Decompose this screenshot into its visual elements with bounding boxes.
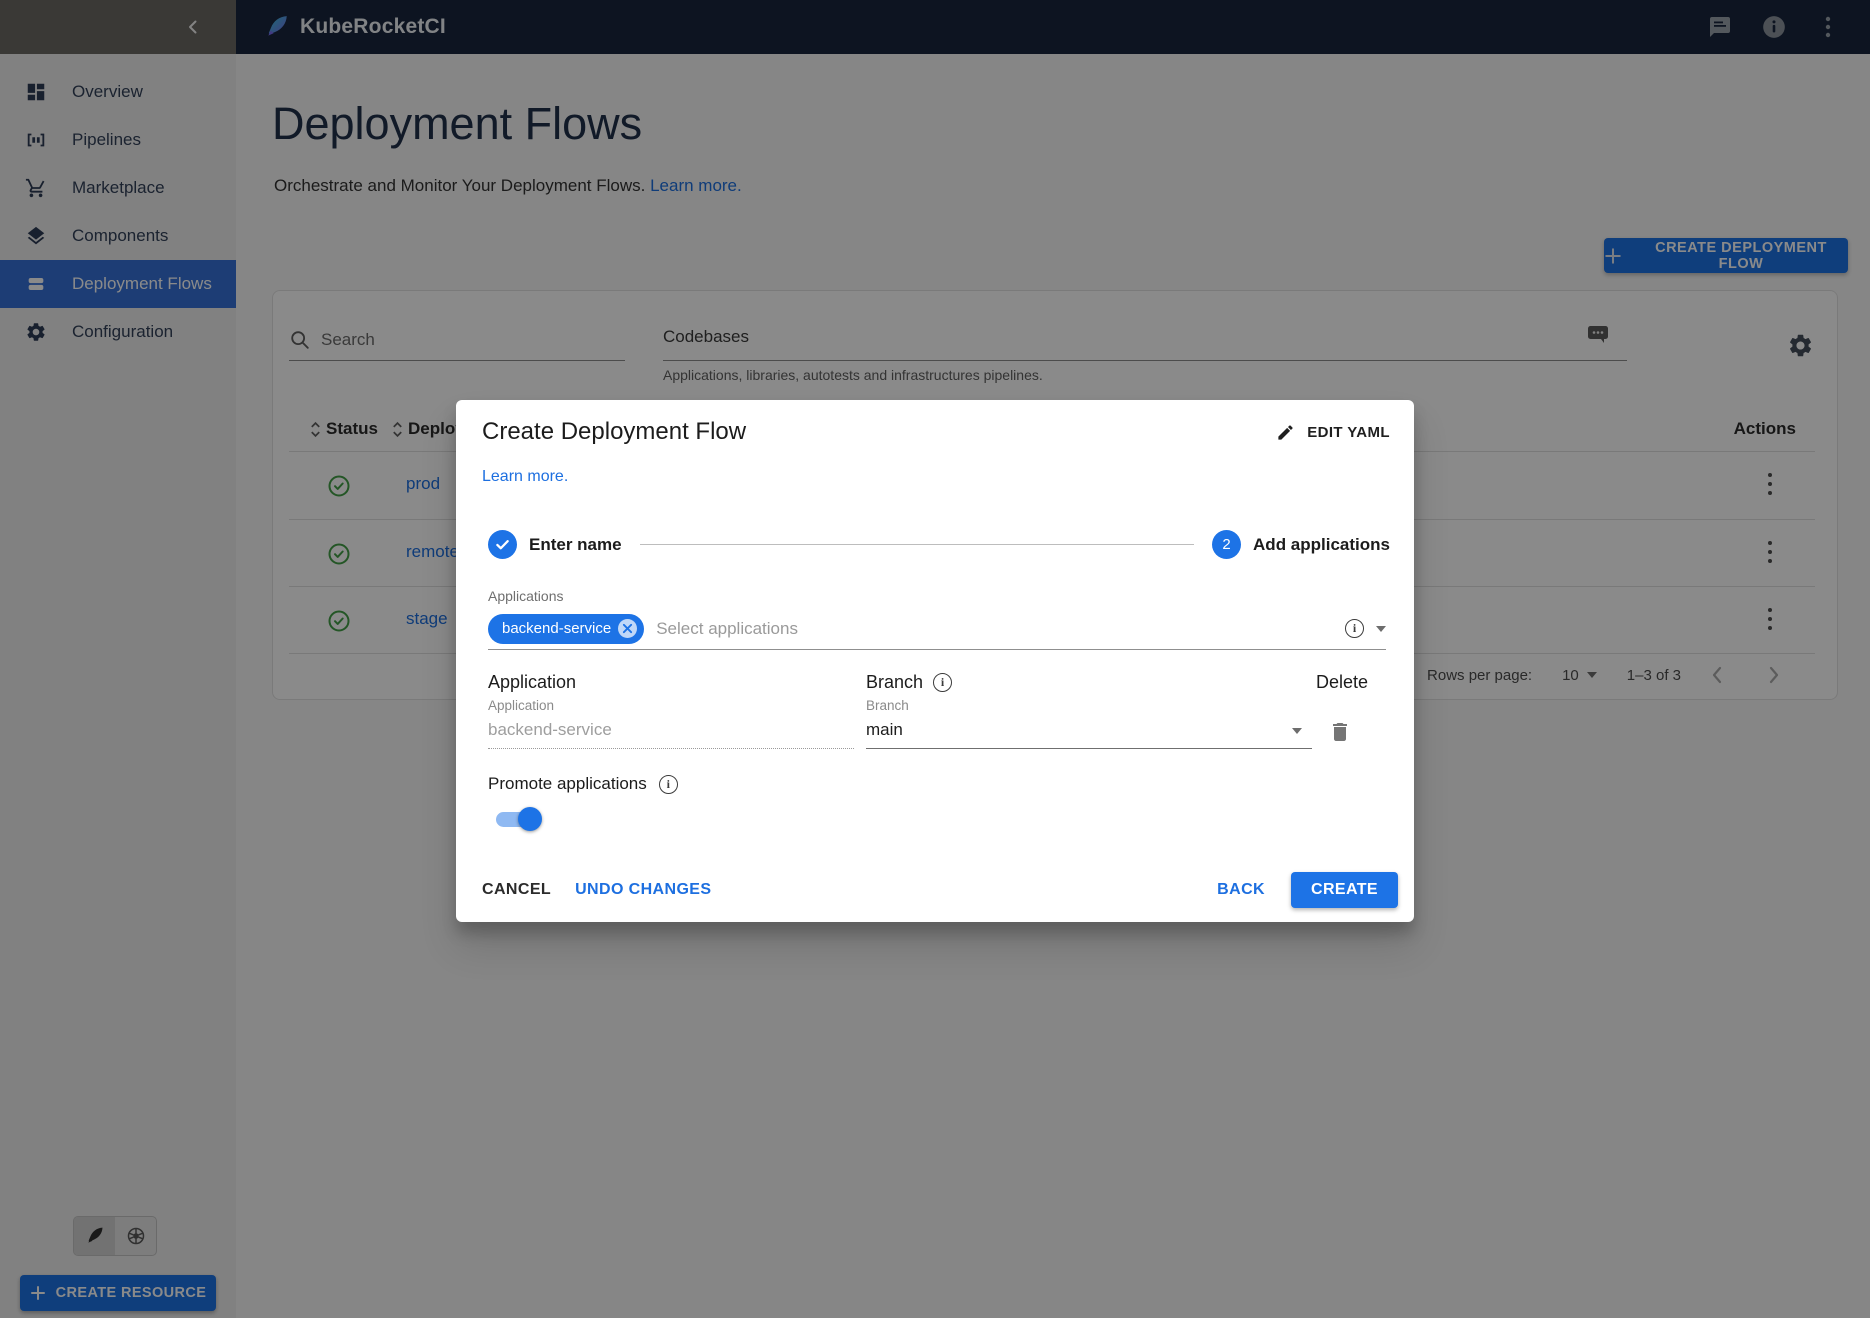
branch-select[interactable]: Branch main xyxy=(866,698,1312,754)
applications-field-label: Applications xyxy=(488,588,564,604)
branch-value: main xyxy=(866,720,903,739)
dialog-learn-more-link[interactable]: Learn more. xyxy=(482,468,568,486)
screen: KubeRocketCI xyxy=(0,0,1870,1318)
step-add-applications[interactable]: 2 Add applications xyxy=(1212,530,1390,559)
create-button[interactable]: CREATE xyxy=(1291,872,1398,908)
branch-column-header: Branch i xyxy=(866,672,952,693)
stepper: Enter name 2 Add applications xyxy=(488,530,1390,559)
application-column-header: Application xyxy=(488,672,576,693)
application-value: backend-service xyxy=(488,720,854,749)
create-deployment-flow-dialog: Create Deployment Flow EDIT YAML Learn m… xyxy=(456,400,1414,922)
info-outline-icon: i xyxy=(659,775,678,794)
promote-applications-toggle[interactable] xyxy=(492,804,542,834)
dialog-title: Create Deployment Flow xyxy=(482,418,746,446)
applications-autocomplete[interactable]: backend-service i xyxy=(488,608,1386,650)
step-enter-name[interactable]: Enter name xyxy=(488,530,622,559)
edit-yaml-button[interactable]: EDIT YAML xyxy=(1276,423,1390,442)
promote-applications-label-row: Promote applications i xyxy=(488,774,678,794)
trash-icon xyxy=(1328,720,1360,744)
dropdown-caret-icon xyxy=(1292,728,1302,734)
application-chip: backend-service xyxy=(488,614,644,644)
undo-changes-button[interactable]: UNDO CHANGES xyxy=(563,872,723,908)
pencil-icon xyxy=(1276,423,1295,442)
info-outline-icon: i xyxy=(1345,619,1364,638)
back-button[interactable]: BACK xyxy=(1205,872,1277,908)
select-applications-input[interactable] xyxy=(656,619,1333,639)
chip-remove-button[interactable] xyxy=(618,619,637,638)
dialog-footer: CANCEL UNDO CHANGES BACK CREATE xyxy=(470,872,1398,908)
toggle-thumb xyxy=(518,807,542,831)
step-number-badge: 2 xyxy=(1212,530,1241,559)
delete-row-button[interactable] xyxy=(1328,716,1360,748)
info-outline-icon: i xyxy=(933,673,952,692)
delete-column-header: Delete xyxy=(1316,672,1368,693)
application-field: Application backend-service xyxy=(488,698,854,754)
step-completed-check-icon xyxy=(488,530,517,559)
stepper-connector xyxy=(640,544,1194,545)
dialog-header: Create Deployment Flow EDIT YAML xyxy=(482,418,1390,446)
cancel-button[interactable]: CANCEL xyxy=(470,872,563,908)
dropdown-caret-icon[interactable] xyxy=(1376,626,1386,632)
